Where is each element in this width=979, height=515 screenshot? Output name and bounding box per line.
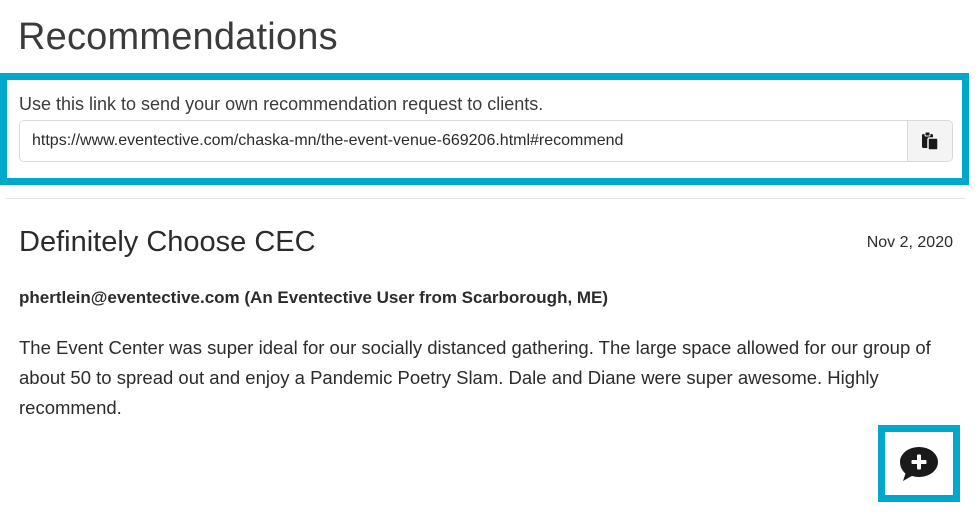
review-author: phertlein@eventective.com (An Eventectiv… xyxy=(19,288,609,307)
recommendations-page: Recommendations Use this link to send yo… xyxy=(0,0,979,515)
review-body: The Event Center was super ideal for our… xyxy=(19,337,931,418)
share-link-panel: Use this link to send your own recommend… xyxy=(0,73,969,185)
clipboard-icon xyxy=(922,131,939,151)
share-link-row xyxy=(19,120,953,162)
page-title: Recommendations xyxy=(18,16,338,58)
comment-plus-icon xyxy=(900,446,938,481)
review-title: Definitely Choose CEC xyxy=(19,226,316,258)
add-comment-button[interactable] xyxy=(878,425,960,502)
share-link-input[interactable] xyxy=(20,121,907,161)
share-link-hint: Use this link to send your own recommend… xyxy=(19,94,544,114)
section-divider xyxy=(6,198,965,199)
copy-link-button[interactable] xyxy=(907,121,952,161)
review-date: Nov 2, 2020 xyxy=(866,234,953,251)
